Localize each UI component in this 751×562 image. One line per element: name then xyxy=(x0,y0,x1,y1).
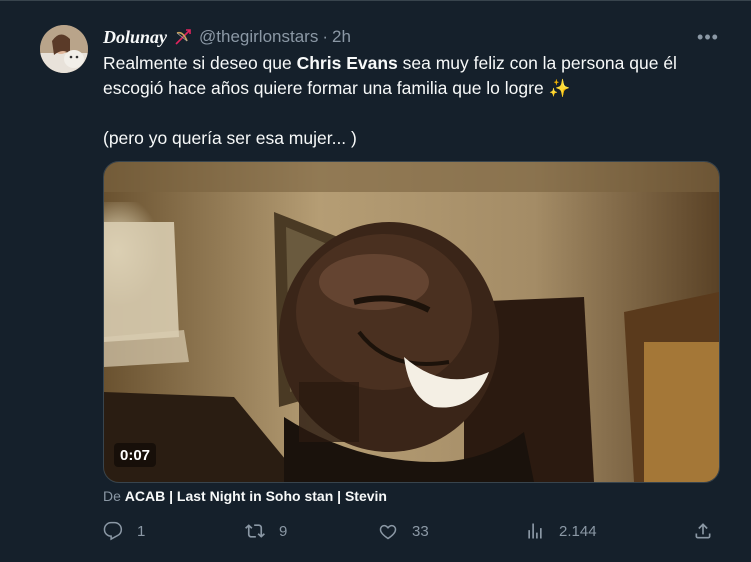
tweet-actions: 1 9 33 2.144 xyxy=(0,521,751,547)
timestamp[interactable]: 2h xyxy=(332,27,351,47)
like-button[interactable]: 33 xyxy=(378,521,429,541)
source-account-link[interactable]: ACAB | Last Night in Soho stan | Stevin xyxy=(125,488,387,504)
tweet-text-start: Realmente si deseo que xyxy=(103,53,297,73)
sparkle-icon: ✨ xyxy=(548,78,571,98)
tweet-text-second: (pero yo quería ser esa mujer... ) xyxy=(103,128,357,148)
tweet-header: Dolunay @thegirlonstars · 2h xyxy=(103,26,351,48)
source-prefix: De xyxy=(103,488,125,504)
analytics-icon xyxy=(528,523,542,539)
like-count: 33 xyxy=(412,522,429,540)
reply-button[interactable]: 1 xyxy=(103,521,145,541)
author-name[interactable]: Dolunay xyxy=(103,27,167,48)
reply-icon xyxy=(103,521,123,541)
share-button[interactable] xyxy=(693,521,713,541)
divider xyxy=(0,0,751,1)
retweet-button[interactable]: 9 xyxy=(245,521,287,541)
heart-icon xyxy=(379,524,397,540)
views-button[interactable]: 2.144 xyxy=(525,521,597,541)
share-icon xyxy=(695,523,711,539)
tweet-text: Realmente si deseo que Chris Evans sea m… xyxy=(103,51,718,151)
bow-and-arrow-icon xyxy=(173,27,193,47)
retweet-count: 9 xyxy=(279,522,288,540)
mentioned-name: Chris Evans xyxy=(296,53,398,73)
author-handle[interactable]: @thegirlonstars xyxy=(199,27,318,47)
reply-count: 1 xyxy=(137,522,146,540)
video-player[interactable] xyxy=(103,161,720,483)
video-source: De ACAB | Last Night in Soho stan | Stev… xyxy=(103,488,387,504)
more-options-icon[interactable]: ••• xyxy=(694,26,722,48)
separator-dot: · xyxy=(322,27,328,46)
video-duration: 0:07 xyxy=(114,443,157,467)
avatar[interactable] xyxy=(40,25,88,73)
views-count: 2.144 xyxy=(559,522,597,540)
retweet-icon xyxy=(245,524,265,538)
